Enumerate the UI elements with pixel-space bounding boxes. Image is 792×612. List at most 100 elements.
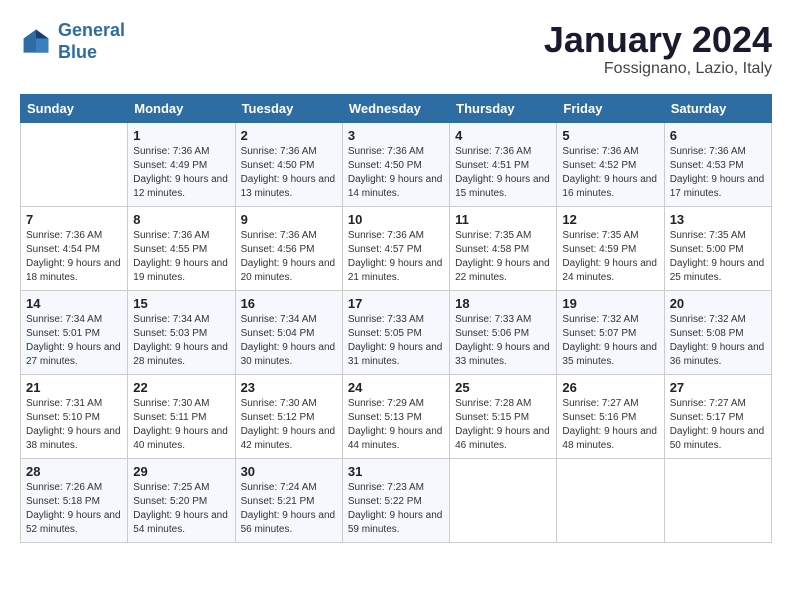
calendar-cell: 11 Sunrise: 7:35 AMSunset: 4:58 PMDaylig… xyxy=(450,206,557,290)
logo: General Blue xyxy=(20,20,125,63)
calendar-cell: 17 Sunrise: 7:33 AMSunset: 5:05 PMDaylig… xyxy=(342,290,449,374)
day-number: 13 xyxy=(670,212,766,227)
col-sunday: Sunday xyxy=(21,94,128,122)
day-number: 1 xyxy=(133,128,229,143)
logo-line2: Blue xyxy=(58,42,97,62)
calendar-cell: 1 Sunrise: 7:36 AMSunset: 4:49 PMDayligh… xyxy=(128,122,235,206)
week-row-1: 7 Sunrise: 7:36 AMSunset: 4:54 PMDayligh… xyxy=(21,206,772,290)
calendar-cell xyxy=(450,458,557,542)
calendar-cell: 7 Sunrise: 7:36 AMSunset: 4:54 PMDayligh… xyxy=(21,206,128,290)
calendar-cell: 2 Sunrise: 7:36 AMSunset: 4:50 PMDayligh… xyxy=(235,122,342,206)
day-number: 29 xyxy=(133,464,229,479)
col-friday: Friday xyxy=(557,94,664,122)
header-row: Sunday Monday Tuesday Wednesday Thursday… xyxy=(21,94,772,122)
day-info: Sunrise: 7:32 AMSunset: 5:07 PMDaylight:… xyxy=(562,313,658,369)
day-number: 27 xyxy=(670,380,766,395)
day-info: Sunrise: 7:26 AMSunset: 5:18 PMDaylight:… xyxy=(26,481,122,537)
day-number: 22 xyxy=(133,380,229,395)
week-row-0: 1 Sunrise: 7:36 AMSunset: 4:49 PMDayligh… xyxy=(21,122,772,206)
col-thursday: Thursday xyxy=(450,94,557,122)
calendar-cell: 29 Sunrise: 7:25 AMSunset: 5:20 PMDaylig… xyxy=(128,458,235,542)
day-info: Sunrise: 7:27 AMSunset: 5:16 PMDaylight:… xyxy=(562,397,658,453)
logo-icon xyxy=(20,26,52,58)
day-info: Sunrise: 7:36 AMSunset: 4:57 PMDaylight:… xyxy=(348,229,444,285)
day-number: 28 xyxy=(26,464,122,479)
week-row-3: 21 Sunrise: 7:31 AMSunset: 5:10 PMDaylig… xyxy=(21,374,772,458)
calendar-cell: 16 Sunrise: 7:34 AMSunset: 5:04 PMDaylig… xyxy=(235,290,342,374)
day-info: Sunrise: 7:36 AMSunset: 4:54 PMDaylight:… xyxy=(26,229,122,285)
day-number: 9 xyxy=(241,212,337,227)
day-number: 19 xyxy=(562,296,658,311)
week-row-2: 14 Sunrise: 7:34 AMSunset: 5:01 PMDaylig… xyxy=(21,290,772,374)
day-number: 21 xyxy=(26,380,122,395)
day-number: 25 xyxy=(455,380,551,395)
calendar-cell: 26 Sunrise: 7:27 AMSunset: 5:16 PMDaylig… xyxy=(557,374,664,458)
day-number: 26 xyxy=(562,380,658,395)
day-number: 16 xyxy=(241,296,337,311)
day-number: 7 xyxy=(26,212,122,227)
week-row-4: 28 Sunrise: 7:26 AMSunset: 5:18 PMDaylig… xyxy=(21,458,772,542)
day-number: 5 xyxy=(562,128,658,143)
day-number: 31 xyxy=(348,464,444,479)
calendar-cell: 21 Sunrise: 7:31 AMSunset: 5:10 PMDaylig… xyxy=(21,374,128,458)
calendar-cell: 22 Sunrise: 7:30 AMSunset: 5:11 PMDaylig… xyxy=(128,374,235,458)
day-number: 20 xyxy=(670,296,766,311)
calendar-cell: 5 Sunrise: 7:36 AMSunset: 4:52 PMDayligh… xyxy=(557,122,664,206)
calendar-cell: 31 Sunrise: 7:23 AMSunset: 5:22 PMDaylig… xyxy=(342,458,449,542)
calendar-cell: 6 Sunrise: 7:36 AMSunset: 4:53 PMDayligh… xyxy=(664,122,771,206)
day-info: Sunrise: 7:34 AMSunset: 5:04 PMDaylight:… xyxy=(241,313,337,369)
calendar-cell: 14 Sunrise: 7:34 AMSunset: 5:01 PMDaylig… xyxy=(21,290,128,374)
calendar-cell: 30 Sunrise: 7:24 AMSunset: 5:21 PMDaylig… xyxy=(235,458,342,542)
day-info: Sunrise: 7:35 AMSunset: 5:00 PMDaylight:… xyxy=(670,229,766,285)
col-wednesday: Wednesday xyxy=(342,94,449,122)
calendar-cell: 25 Sunrise: 7:28 AMSunset: 5:15 PMDaylig… xyxy=(450,374,557,458)
day-info: Sunrise: 7:27 AMSunset: 5:17 PMDaylight:… xyxy=(670,397,766,453)
day-info: Sunrise: 7:36 AMSunset: 4:50 PMDaylight:… xyxy=(241,145,337,201)
day-info: Sunrise: 7:32 AMSunset: 5:08 PMDaylight:… xyxy=(670,313,766,369)
title-block: January 2024 Fossignano, Lazio, Italy xyxy=(544,20,772,78)
day-info: Sunrise: 7:28 AMSunset: 5:15 PMDaylight:… xyxy=(455,397,551,453)
calendar-cell xyxy=(557,458,664,542)
calendar-cell: 3 Sunrise: 7:36 AMSunset: 4:50 PMDayligh… xyxy=(342,122,449,206)
day-info: Sunrise: 7:29 AMSunset: 5:13 PMDaylight:… xyxy=(348,397,444,453)
calendar-cell xyxy=(664,458,771,542)
day-info: Sunrise: 7:36 AMSunset: 4:50 PMDaylight:… xyxy=(348,145,444,201)
calendar-cell: 9 Sunrise: 7:36 AMSunset: 4:56 PMDayligh… xyxy=(235,206,342,290)
calendar-cell: 23 Sunrise: 7:30 AMSunset: 5:12 PMDaylig… xyxy=(235,374,342,458)
day-info: Sunrise: 7:34 AMSunset: 5:03 PMDaylight:… xyxy=(133,313,229,369)
calendar-cell: 24 Sunrise: 7:29 AMSunset: 5:13 PMDaylig… xyxy=(342,374,449,458)
day-info: Sunrise: 7:33 AMSunset: 5:05 PMDaylight:… xyxy=(348,313,444,369)
day-info: Sunrise: 7:33 AMSunset: 5:06 PMDaylight:… xyxy=(455,313,551,369)
day-info: Sunrise: 7:31 AMSunset: 5:10 PMDaylight:… xyxy=(26,397,122,453)
day-number: 11 xyxy=(455,212,551,227)
calendar-header: Sunday Monday Tuesday Wednesday Thursday… xyxy=(21,94,772,122)
day-info: Sunrise: 7:25 AMSunset: 5:20 PMDaylight:… xyxy=(133,481,229,537)
day-info: Sunrise: 7:35 AMSunset: 4:59 PMDaylight:… xyxy=(562,229,658,285)
day-number: 23 xyxy=(241,380,337,395)
day-number: 10 xyxy=(348,212,444,227)
col-tuesday: Tuesday xyxy=(235,94,342,122)
day-number: 24 xyxy=(348,380,444,395)
logo-text: General Blue xyxy=(58,20,125,63)
day-info: Sunrise: 7:24 AMSunset: 5:21 PMDaylight:… xyxy=(241,481,337,537)
calendar-cell: 13 Sunrise: 7:35 AMSunset: 5:00 PMDaylig… xyxy=(664,206,771,290)
day-info: Sunrise: 7:36 AMSunset: 4:56 PMDaylight:… xyxy=(241,229,337,285)
calendar-table: Sunday Monday Tuesday Wednesday Thursday… xyxy=(20,94,772,543)
page-header: General Blue January 2024 Fossignano, La… xyxy=(20,20,772,78)
logo-line1: General xyxy=(58,20,125,40)
day-number: 18 xyxy=(455,296,551,311)
month-title: January 2024 xyxy=(544,20,772,60)
day-info: Sunrise: 7:23 AMSunset: 5:22 PMDaylight:… xyxy=(348,481,444,537)
calendar-cell xyxy=(21,122,128,206)
calendar-cell: 19 Sunrise: 7:32 AMSunset: 5:07 PMDaylig… xyxy=(557,290,664,374)
day-info: Sunrise: 7:35 AMSunset: 4:58 PMDaylight:… xyxy=(455,229,551,285)
day-info: Sunrise: 7:36 AMSunset: 4:52 PMDaylight:… xyxy=(562,145,658,201)
day-number: 15 xyxy=(133,296,229,311)
day-number: 2 xyxy=(241,128,337,143)
col-monday: Monday xyxy=(128,94,235,122)
day-number: 3 xyxy=(348,128,444,143)
calendar-cell: 8 Sunrise: 7:36 AMSunset: 4:55 PMDayligh… xyxy=(128,206,235,290)
day-number: 4 xyxy=(455,128,551,143)
calendar-cell: 18 Sunrise: 7:33 AMSunset: 5:06 PMDaylig… xyxy=(450,290,557,374)
day-info: Sunrise: 7:36 AMSunset: 4:55 PMDaylight:… xyxy=(133,229,229,285)
